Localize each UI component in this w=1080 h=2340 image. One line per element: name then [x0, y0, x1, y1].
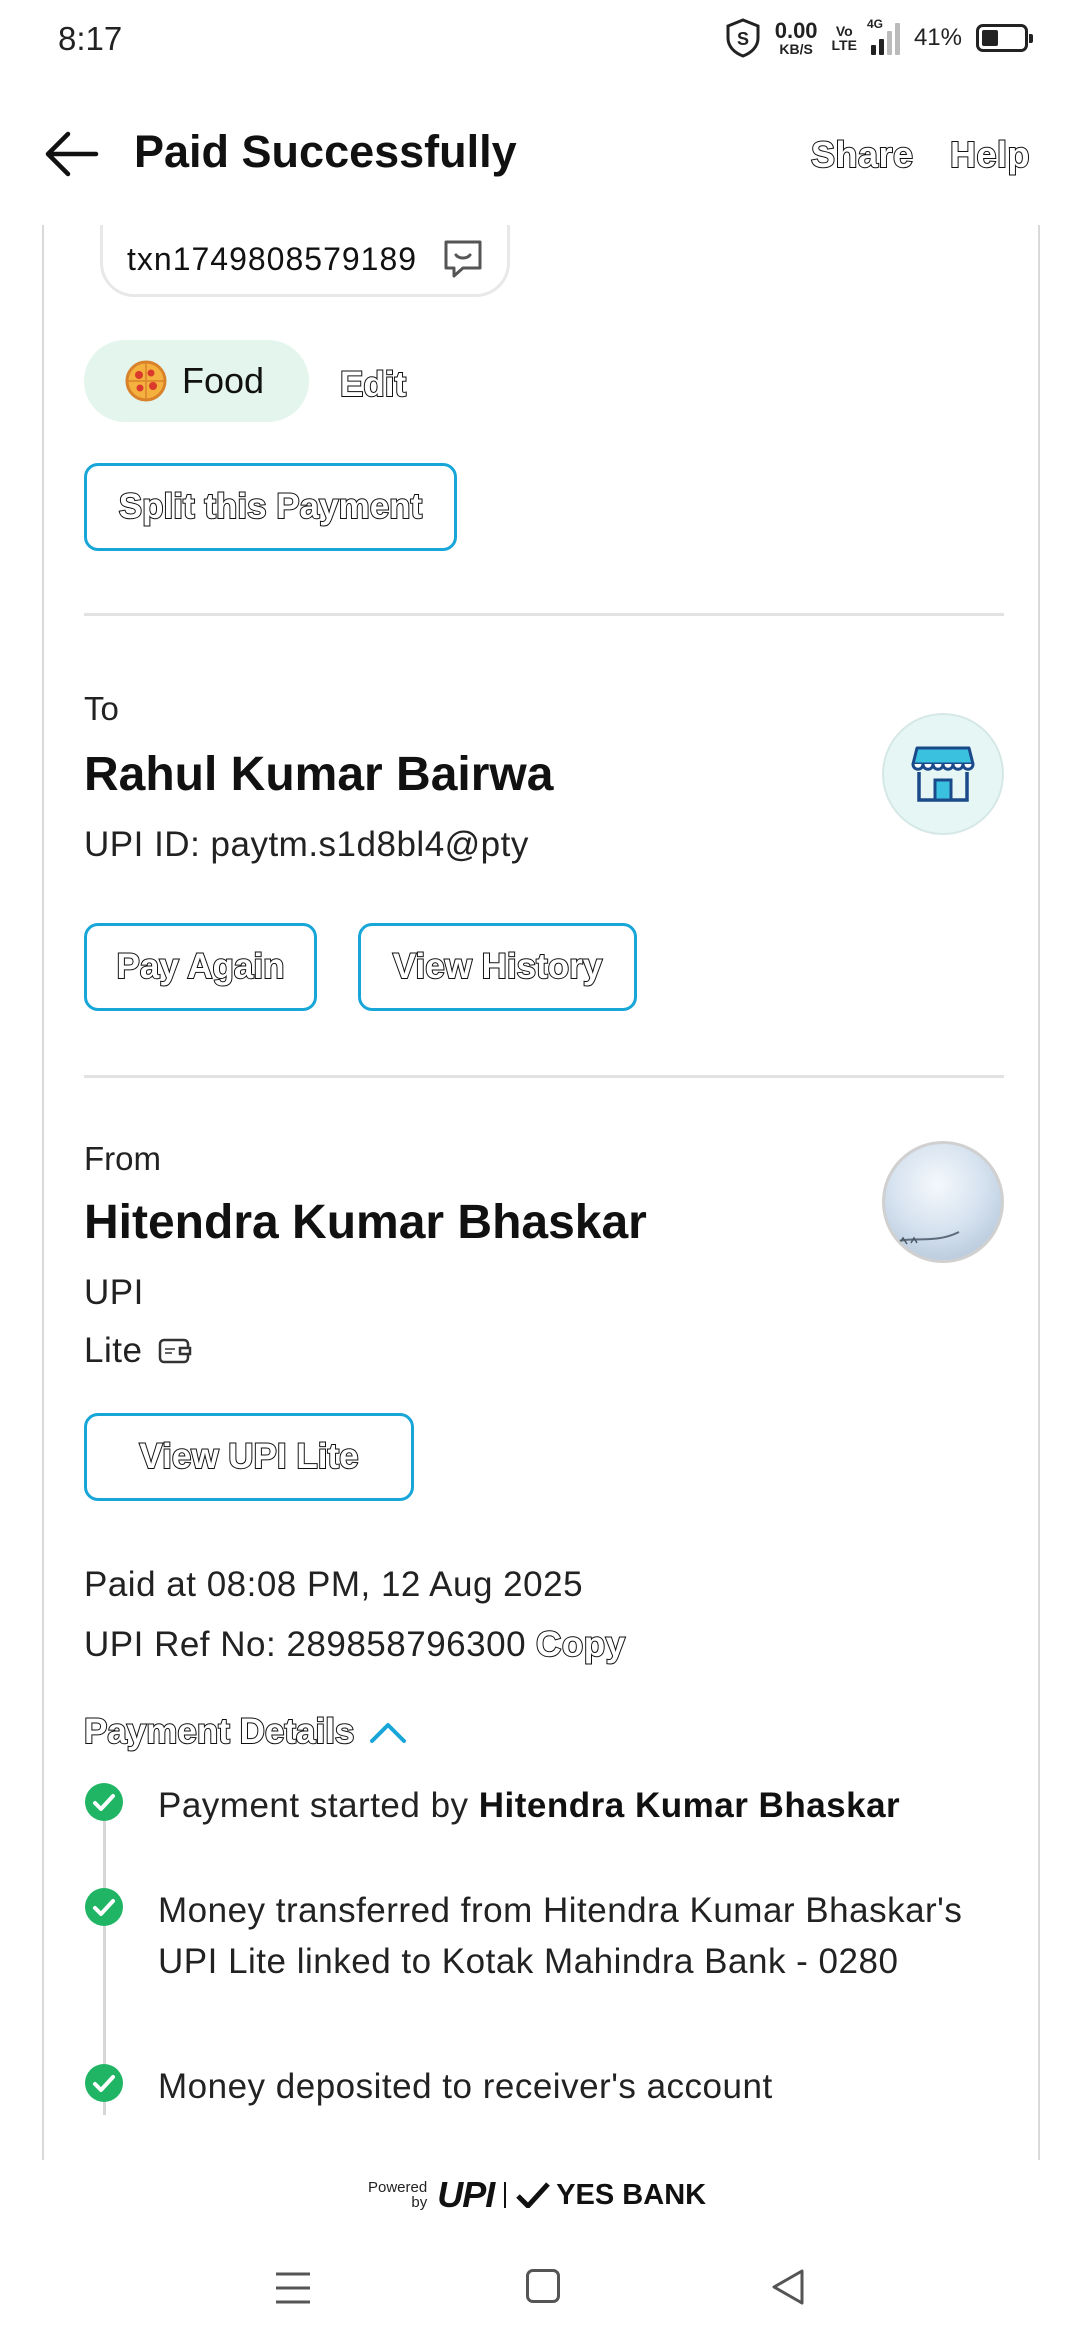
- yes-bank-logo: YES BANK: [516, 2179, 706, 2212]
- shield-icon: S: [726, 18, 760, 58]
- timeline-step: Money deposited to receiver's account: [84, 2061, 773, 2112]
- upi-logo: UPI: [437, 2174, 495, 2215]
- app-header: Paid Successfully Share Help: [0, 100, 1080, 210]
- from-label: From: [84, 1140, 161, 1177]
- message-icon[interactable]: [441, 237, 485, 281]
- copy-ref-button[interactable]: Copy: [535, 1624, 626, 1665]
- share-button[interactable]: Share: [810, 133, 914, 176]
- view-history-button[interactable]: View History: [358, 923, 637, 1011]
- transaction-id-pill: txn1749808579189: [100, 225, 510, 297]
- logo-separator: [504, 2182, 507, 2208]
- divider: [84, 613, 1004, 616]
- timeline-step: Money transferred from Hitendra Kumar Bh…: [84, 1885, 984, 1987]
- store-icon: [911, 746, 975, 802]
- battery-icon: [976, 24, 1033, 52]
- help-button[interactable]: Help: [949, 133, 1031, 176]
- timeline-step-text: Money deposited to receiver's account: [158, 2067, 773, 2106]
- system-nav-bar: [0, 2245, 1080, 2340]
- svg-text:S: S: [737, 29, 749, 49]
- recipient-upi-id: UPI ID: paytm.s1d8bl4@pty: [84, 825, 529, 864]
- payment-method-line2: Lite: [84, 1331, 192, 1371]
- back-arrow-icon[interactable]: [40, 126, 104, 182]
- divider: [84, 1075, 1004, 1078]
- powered-by-footer: Powered by UPI YES BANK: [368, 2174, 706, 2216]
- timeline-step: Payment started by Hitendra Kumar Bhaska…: [84, 1780, 900, 1831]
- avatar-photo: [894, 1231, 960, 1245]
- category-label: Food: [182, 360, 265, 401]
- timeline-step-text: Payment started by Hitendra Kumar Bhaska…: [158, 1786, 901, 1825]
- to-label: To: [84, 690, 119, 727]
- split-payment-button[interactable]: Split this Payment: [84, 463, 457, 551]
- sender-name: Hitendra Kumar Bhaskar: [84, 1196, 647, 1249]
- chevron-up-icon: [370, 1723, 407, 1743]
- check-circle-icon: [85, 1783, 123, 1821]
- timeline-step-text: Money transferred from Hitendra Kumar Bh…: [158, 1891, 963, 1981]
- tick-icon: [516, 2182, 551, 2208]
- paid-at-text: Paid at 08:08 PM, 12 Aug 2025: [84, 1565, 584, 1604]
- check-circle-icon: [85, 1888, 123, 1926]
- check-circle-icon: [85, 2064, 123, 2102]
- back-triangle-icon[interactable]: [770, 2267, 806, 2307]
- pay-again-button[interactable]: Pay Again: [84, 923, 317, 1011]
- sender-avatar: [882, 1141, 1004, 1263]
- payment-details-title: Payment Details: [83, 1711, 355, 1752]
- status-time: 8:17: [58, 20, 123, 57]
- category-chip[interactable]: Food: [84, 340, 309, 422]
- powered-by-text: Powered by: [368, 2179, 428, 2211]
- recents-menu-icon[interactable]: [274, 2271, 312, 2305]
- page-title: Paid Successfully: [134, 126, 517, 177]
- upi-ref-number: UPI Ref No: 289858796300: [84, 1625, 527, 1664]
- merchant-avatar: [882, 713, 1004, 835]
- view-upi-lite-button[interactable]: View UPI Lite: [84, 1413, 414, 1501]
- recipient-name: Rahul Kumar Bairwa: [84, 748, 554, 801]
- home-icon[interactable]: [526, 2269, 560, 2303]
- payment-method-line1: UPI: [84, 1273, 144, 1312]
- upi-ref-row: UPI Ref No: 289858796300 Copy: [84, 1624, 626, 1665]
- status-icons: S 0.00 KB/S Vo LTE 4G 41%: [725, 17, 1033, 58]
- payment-details-toggle[interactable]: Payment Details: [83, 1711, 408, 1752]
- edit-category-button[interactable]: Edit: [339, 364, 407, 405]
- status-bar: 8:17 S 0.00 KB/S Vo LTE 4G 41%: [0, 0, 1080, 80]
- signal-icon: 4G: [867, 17, 900, 55]
- net-speed: 0.00 KB/S: [774, 18, 818, 57]
- battery-percent: 41%: [913, 24, 962, 51]
- transaction-id: txn1749808579189: [127, 241, 418, 277]
- volte-icon: Vo LTE: [831, 23, 857, 53]
- receipt-card: txn1749808579189 Food Edit Split this Pa…: [42, 225, 1040, 2160]
- upi-lite-wallet-icon: [159, 1338, 192, 1364]
- pizza-icon: [125, 360, 167, 402]
